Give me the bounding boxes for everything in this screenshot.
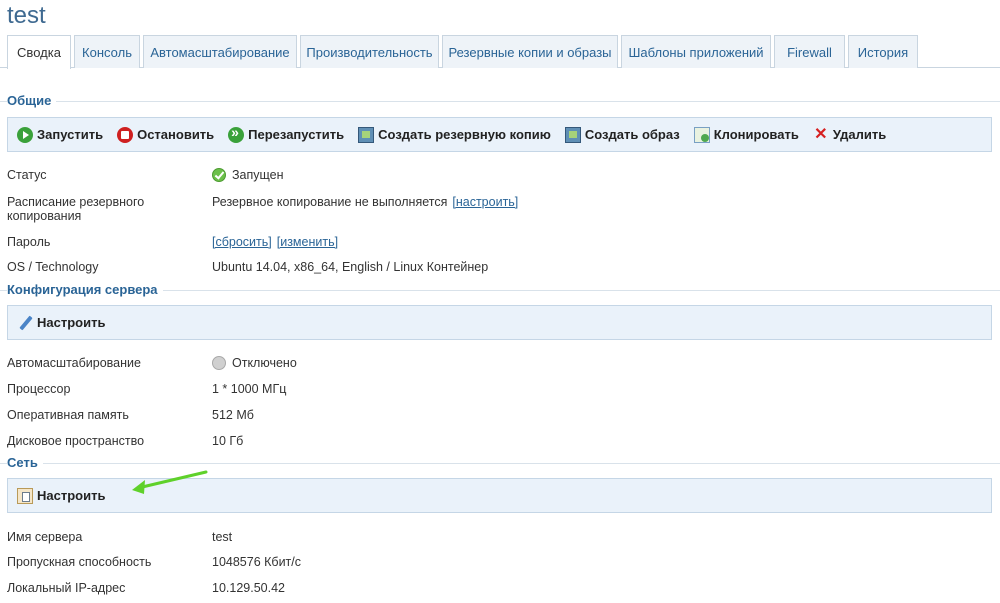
tab-backups[interactable]: Резервные копии и образы [442, 35, 618, 68]
create-image-label: Создать образ [584, 127, 680, 142]
reset-password-link[interactable]: [сбросить] [212, 235, 272, 249]
stop-icon [117, 126, 134, 143]
stop-button[interactable]: Остановить [117, 126, 215, 143]
restart-icon [228, 124, 245, 143]
create-image-button[interactable]: Создать образ [564, 126, 680, 143]
section-server-config-heading: Конфигурация сервера [7, 282, 163, 297]
backup-icon [358, 126, 375, 143]
section-rule [0, 101, 1000, 102]
running-status-icon [212, 168, 226, 182]
ram-label: Оперативная память [7, 408, 129, 422]
password-value: [сбросить] [изменить] [212, 235, 338, 249]
configure-schedule-link[interactable]: [настроить] [452, 195, 518, 209]
server-actions-toolbar: Запустить Остановить Перезапустить Созда… [7, 117, 992, 152]
tab-performance[interactable]: Производительность [300, 35, 439, 68]
delete-button[interactable]: ✕ Удалить [813, 125, 887, 143]
bandwidth-label: Пропускная способность [7, 555, 152, 569]
server-config-toolbar: Настроить [7, 305, 992, 340]
clone-button-label: Клонировать [713, 127, 799, 142]
tab-history[interactable]: История [848, 35, 918, 68]
status-label: Статус [7, 168, 47, 182]
configure-server-button[interactable]: Настроить [17, 315, 105, 331]
hostname-value: test [212, 530, 233, 544]
cpu-label: Процессор [7, 382, 71, 396]
change-password-link[interactable]: [изменить] [277, 235, 338, 249]
section-network-heading: Сеть [7, 455, 43, 470]
pencil-icon [17, 315, 33, 331]
clone-button[interactable]: Клонировать [693, 126, 799, 143]
start-button[interactable]: Запустить [17, 126, 104, 143]
restart-button[interactable]: Перезапустить [228, 124, 345, 143]
disk-label: Дисковое пространство [7, 434, 145, 448]
autoscale-text: Отключено [232, 356, 297, 370]
backup-schedule-label: Расписание резервного копирования [7, 195, 145, 223]
hostname-label: Имя сервера [7, 530, 83, 544]
password-label: Пароль [7, 235, 51, 249]
tab-app-templates[interactable]: Шаблоны приложений [621, 35, 771, 68]
cpu-value: 1 * 1000 МГц [212, 382, 287, 396]
autoscale-value: Отключено [212, 356, 297, 370]
configure-network-label: Настроить [37, 488, 106, 503]
page-title: test [7, 2, 46, 29]
start-button-label: Запустить [37, 127, 104, 142]
backup-schedule-value: Резервное копирование не выполняется [на… [212, 195, 518, 209]
create-backup-button[interactable]: Создать резервную копию [358, 126, 551, 143]
configure-server-label: Настроить [37, 315, 106, 330]
status-value: Запущен [212, 168, 284, 182]
configure-network-button[interactable]: Настроить [17, 487, 106, 504]
disk-value: 10 Гб [212, 434, 244, 448]
tab-firewall[interactable]: Firewall [774, 35, 845, 68]
delete-button-label: Удалить [832, 127, 887, 142]
os-value: Ubuntu 14.04, x86_64, English / Linux Ко… [212, 260, 489, 274]
status-text: Запущен [232, 168, 284, 182]
annotation-arrow [132, 470, 208, 494]
disabled-status-icon [212, 356, 226, 370]
section-rule [0, 463, 1000, 464]
ram-value: 512 Мб [212, 408, 254, 422]
local-ip-value: 10.129.50.42 [212, 581, 285, 595]
network-settings-icon [17, 487, 33, 504]
section-general-heading: Общие [7, 93, 57, 108]
tab-summary[interactable]: Сводка [7, 35, 71, 69]
local-ip-label: Локальный IP-адрес [7, 581, 126, 595]
play-icon [17, 126, 33, 143]
delete-icon: ✕ [814, 125, 828, 143]
bandwidth-value: 1048576 Кбит/с [212, 555, 302, 569]
tab-bar: Сводка Консоль Автомасштабирование Произ… [0, 35, 1000, 69]
tab-console[interactable]: Консоль [74, 35, 140, 68]
image-icon [564, 126, 581, 143]
stop-button-label: Остановить [137, 127, 215, 142]
create-backup-label: Создать резервную копию [378, 127, 551, 142]
restart-button-label: Перезапустить [248, 127, 345, 142]
backup-schedule-text: Резервное копирование не выполняется [212, 195, 448, 209]
autoscale-label: Автомасштабирование [7, 356, 141, 370]
os-label: OS / Technology [7, 260, 99, 274]
clone-icon [693, 126, 710, 143]
tab-autoscaling[interactable]: Автомасштабирование [143, 35, 297, 68]
